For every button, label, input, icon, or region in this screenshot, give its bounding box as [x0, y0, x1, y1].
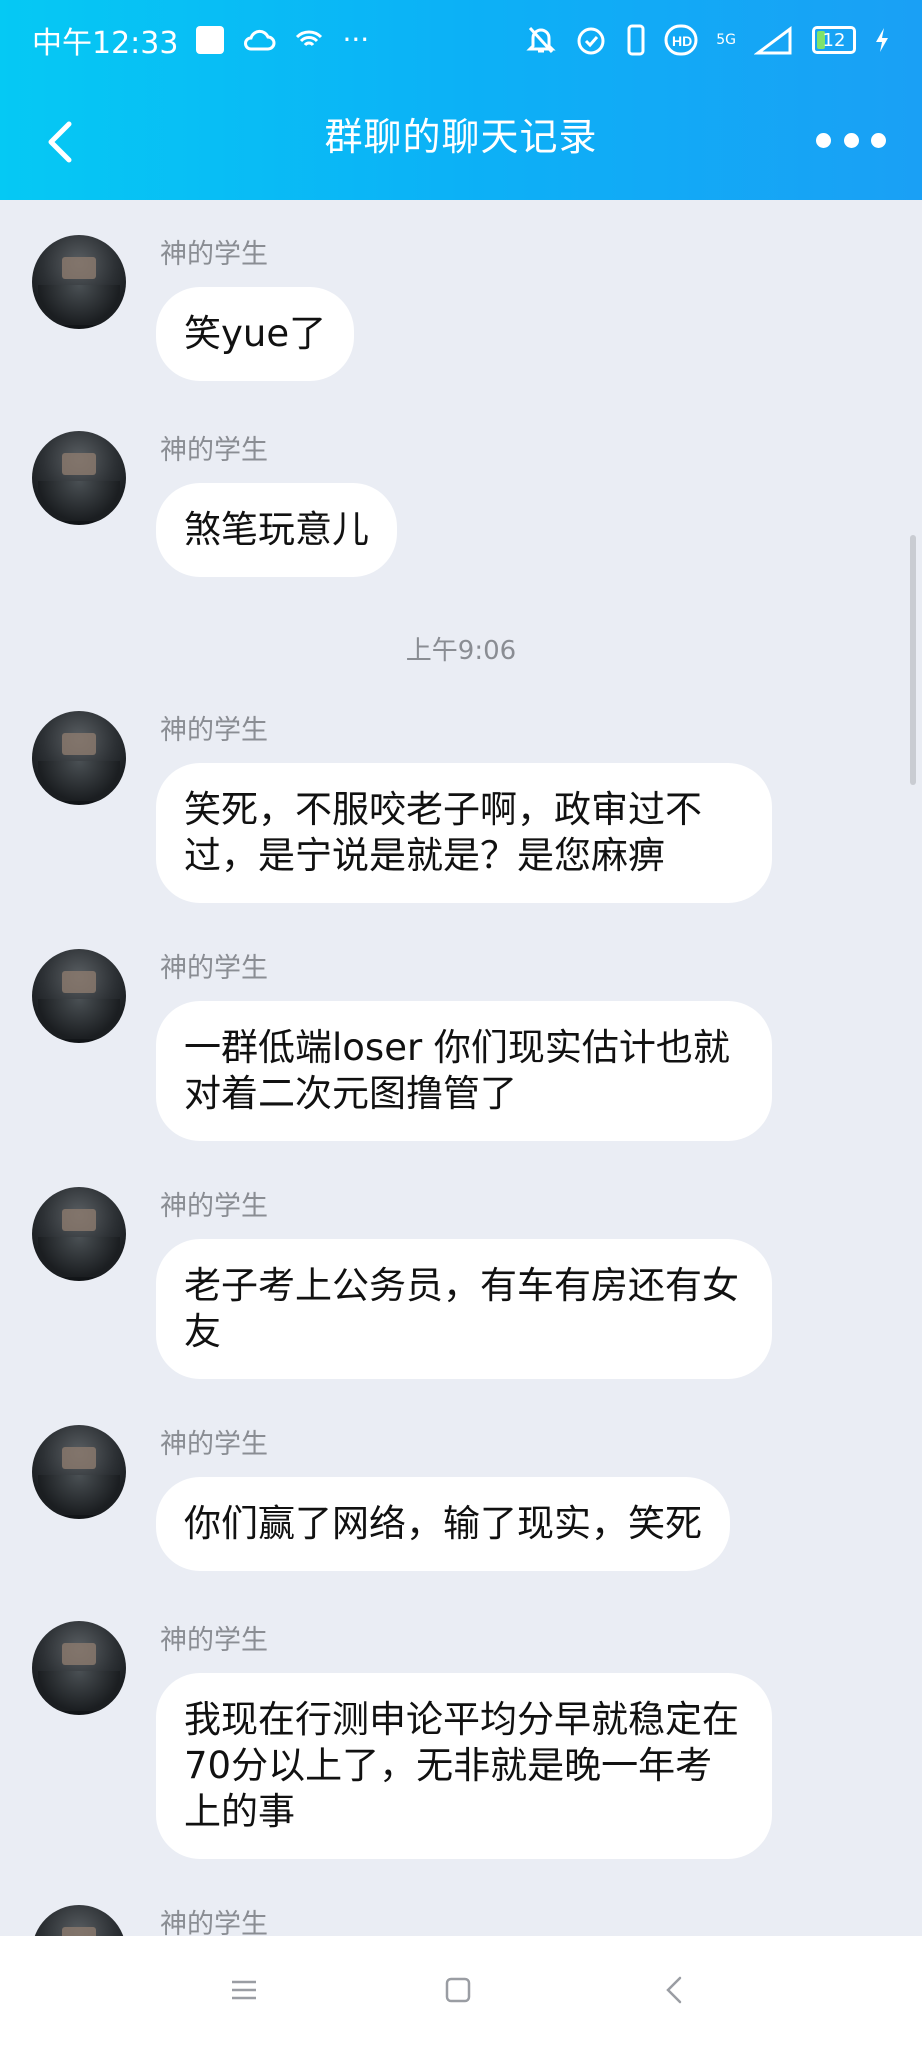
mute-bell-icon: [526, 26, 556, 54]
avatar[interactable]: [32, 1187, 126, 1281]
avatar[interactable]: [32, 711, 126, 805]
avatar[interactable]: [32, 1425, 126, 1519]
alarm-icon: [577, 27, 605, 55]
nav-back-button[interactable]: [652, 1968, 696, 2012]
menu-icon: [232, 1980, 256, 2000]
scrollbar[interactable]: [910, 535, 916, 785]
message-bubble[interactable]: 煞笔玩意儿: [156, 483, 397, 577]
navigation-bar: [0, 1936, 922, 2048]
chevron-left-icon: [48, 121, 72, 163]
message-bubble[interactable]: 一群低端loser 你们现实估计也就对着二次元图撸管了: [156, 1001, 772, 1141]
sender-name: 神的学生: [160, 239, 268, 270]
menu-button[interactable]: [222, 1968, 266, 2012]
sender-name: 神的学生: [160, 435, 268, 466]
charging-icon: [876, 28, 888, 52]
cloud-icon: [244, 29, 276, 51]
sender-name: 神的学生: [160, 953, 268, 984]
message-bubble[interactable]: 笑yue了: [156, 287, 355, 381]
dot-icon: [871, 132, 886, 148]
avatar[interactable]: [32, 235, 126, 329]
dot-icon: [816, 132, 831, 148]
chevron-left-icon: [666, 1976, 682, 2004]
hd-icon: HD: [664, 24, 698, 56]
avatar[interactable]: [32, 1621, 126, 1715]
sender-name: 神的学生: [160, 715, 268, 746]
avatar[interactable]: [32, 949, 126, 1043]
header: 中午12:33 ··· HD 5G 12 群聊的聊天记录: [0, 0, 922, 200]
network-type: 5G: [716, 32, 736, 48]
status-bar: 中午12:33 ··· HD 5G 12: [0, 0, 922, 80]
hotspot-icon: [296, 30, 323, 47]
svg-text:HD: HD: [672, 33, 692, 49]
chat-history[interactable]: 神的学生 笑yue了 神的学生 煞笔玩意儿 上午9:06 神的学生 笑死，不服咬…: [0, 200, 922, 1936]
home-square-icon: [445, 1977, 471, 2003]
notification-image-icon: [196, 26, 225, 54]
dot-icon: [843, 132, 859, 148]
back-button[interactable]: [30, 112, 90, 172]
sender-name: 神的学生: [160, 1429, 268, 1460]
message-bubble[interactable]: 我现在行测申论平均分早就稳定在70分以上了，无非就是晚一年考上的事: [156, 1673, 772, 1859]
time-divider: 上午9:06: [405, 636, 517, 666]
more-options-button[interactable]: [816, 120, 886, 160]
avatar[interactable]: [32, 431, 126, 525]
status-more: ···: [342, 23, 370, 56]
page-title: 群聊的聊天记录: [324, 114, 598, 159]
sender-name: 神的学生: [160, 1191, 268, 1222]
sender-name: 神的学生: [160, 1909, 268, 1936]
battery-icon: 12: [812, 26, 856, 54]
vibrate-icon: [627, 24, 645, 56]
message-bubble[interactable]: 你们赢了网络，输了现实，笑死: [156, 1477, 730, 1571]
signal-icon: [754, 26, 792, 55]
avatar[interactable]: [32, 1905, 126, 1936]
sender-name: 神的学生: [160, 1625, 268, 1656]
message-bubble[interactable]: 笑死，不服咬老子啊，政审过不过，是宁说是就是？是您麻痹: [156, 763, 772, 903]
home-button[interactable]: [436, 1968, 480, 2012]
status-time: 中午12:33: [32, 26, 179, 61]
message-bubble[interactable]: 老子考上公务员，有车有房还有女友: [156, 1239, 772, 1379]
